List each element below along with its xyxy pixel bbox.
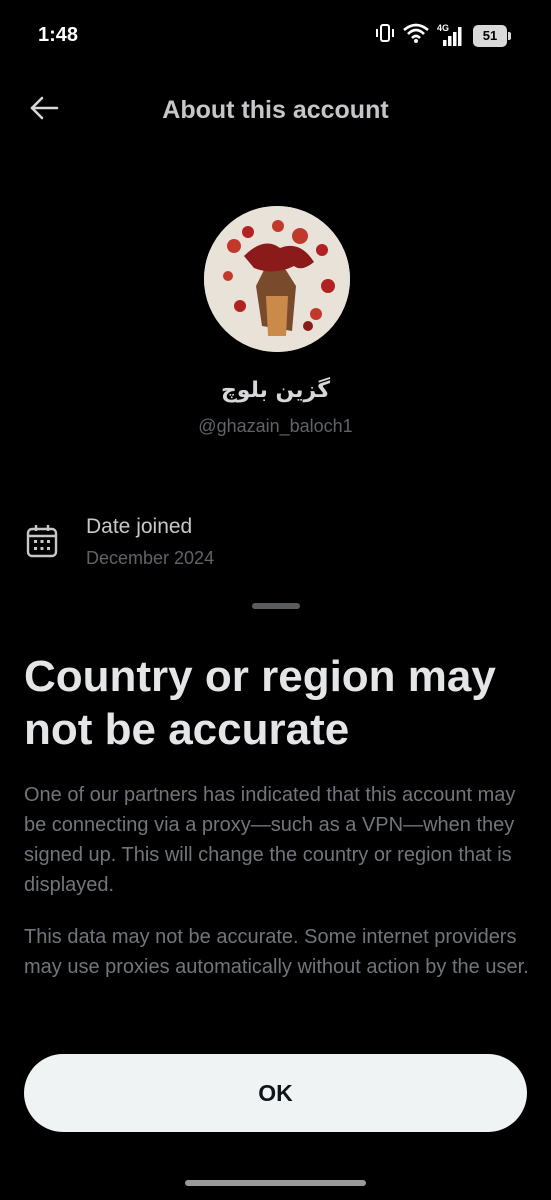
- vibrate-icon: [375, 22, 395, 49]
- status-icons: 4G 51: [375, 22, 511, 49]
- ok-button-label: OK: [258, 1079, 293, 1106]
- calendar-icon: [26, 524, 58, 558]
- signal-icon: 4G: [437, 23, 465, 47]
- wifi-icon: [403, 23, 429, 48]
- home-indicator[interactable]: [185, 1180, 366, 1186]
- date-joined-label: Date joined: [86, 515, 193, 538]
- sheet-title: Country or region may not be accurate: [24, 652, 496, 754]
- display-name: گزین بلوچ: [220, 378, 331, 403]
- header: About this account: [0, 76, 551, 142]
- battery-level: 51: [482, 28, 498, 43]
- username-handle: @ghazain_baloch1: [198, 416, 353, 436]
- sheet-paragraph-accuracy: This data may not be accurate. Some inte…: [24, 926, 529, 978]
- avatar-image: [204, 206, 350, 352]
- sheet-paragraph-proxy: One of our partners has indicated that t…: [24, 784, 516, 896]
- ok-button[interactable]: OK: [24, 1054, 527, 1132]
- status-bar: 1:48 4G 51: [0, 0, 551, 70]
- battery-icon: 51: [473, 24, 511, 47]
- bottom-sheet: Country or region may not be accurate On…: [0, 584, 551, 1200]
- sheet-grabber[interactable]: [252, 603, 300, 609]
- page-title: About this account: [162, 96, 389, 124]
- avatar[interactable]: [204, 206, 350, 352]
- status-time: 1:48: [38, 24, 79, 46]
- screen: 1:48 4G 51 About this account گزین بلوچ …: [0, 0, 551, 1200]
- date-joined-value: December 2024: [86, 548, 215, 568]
